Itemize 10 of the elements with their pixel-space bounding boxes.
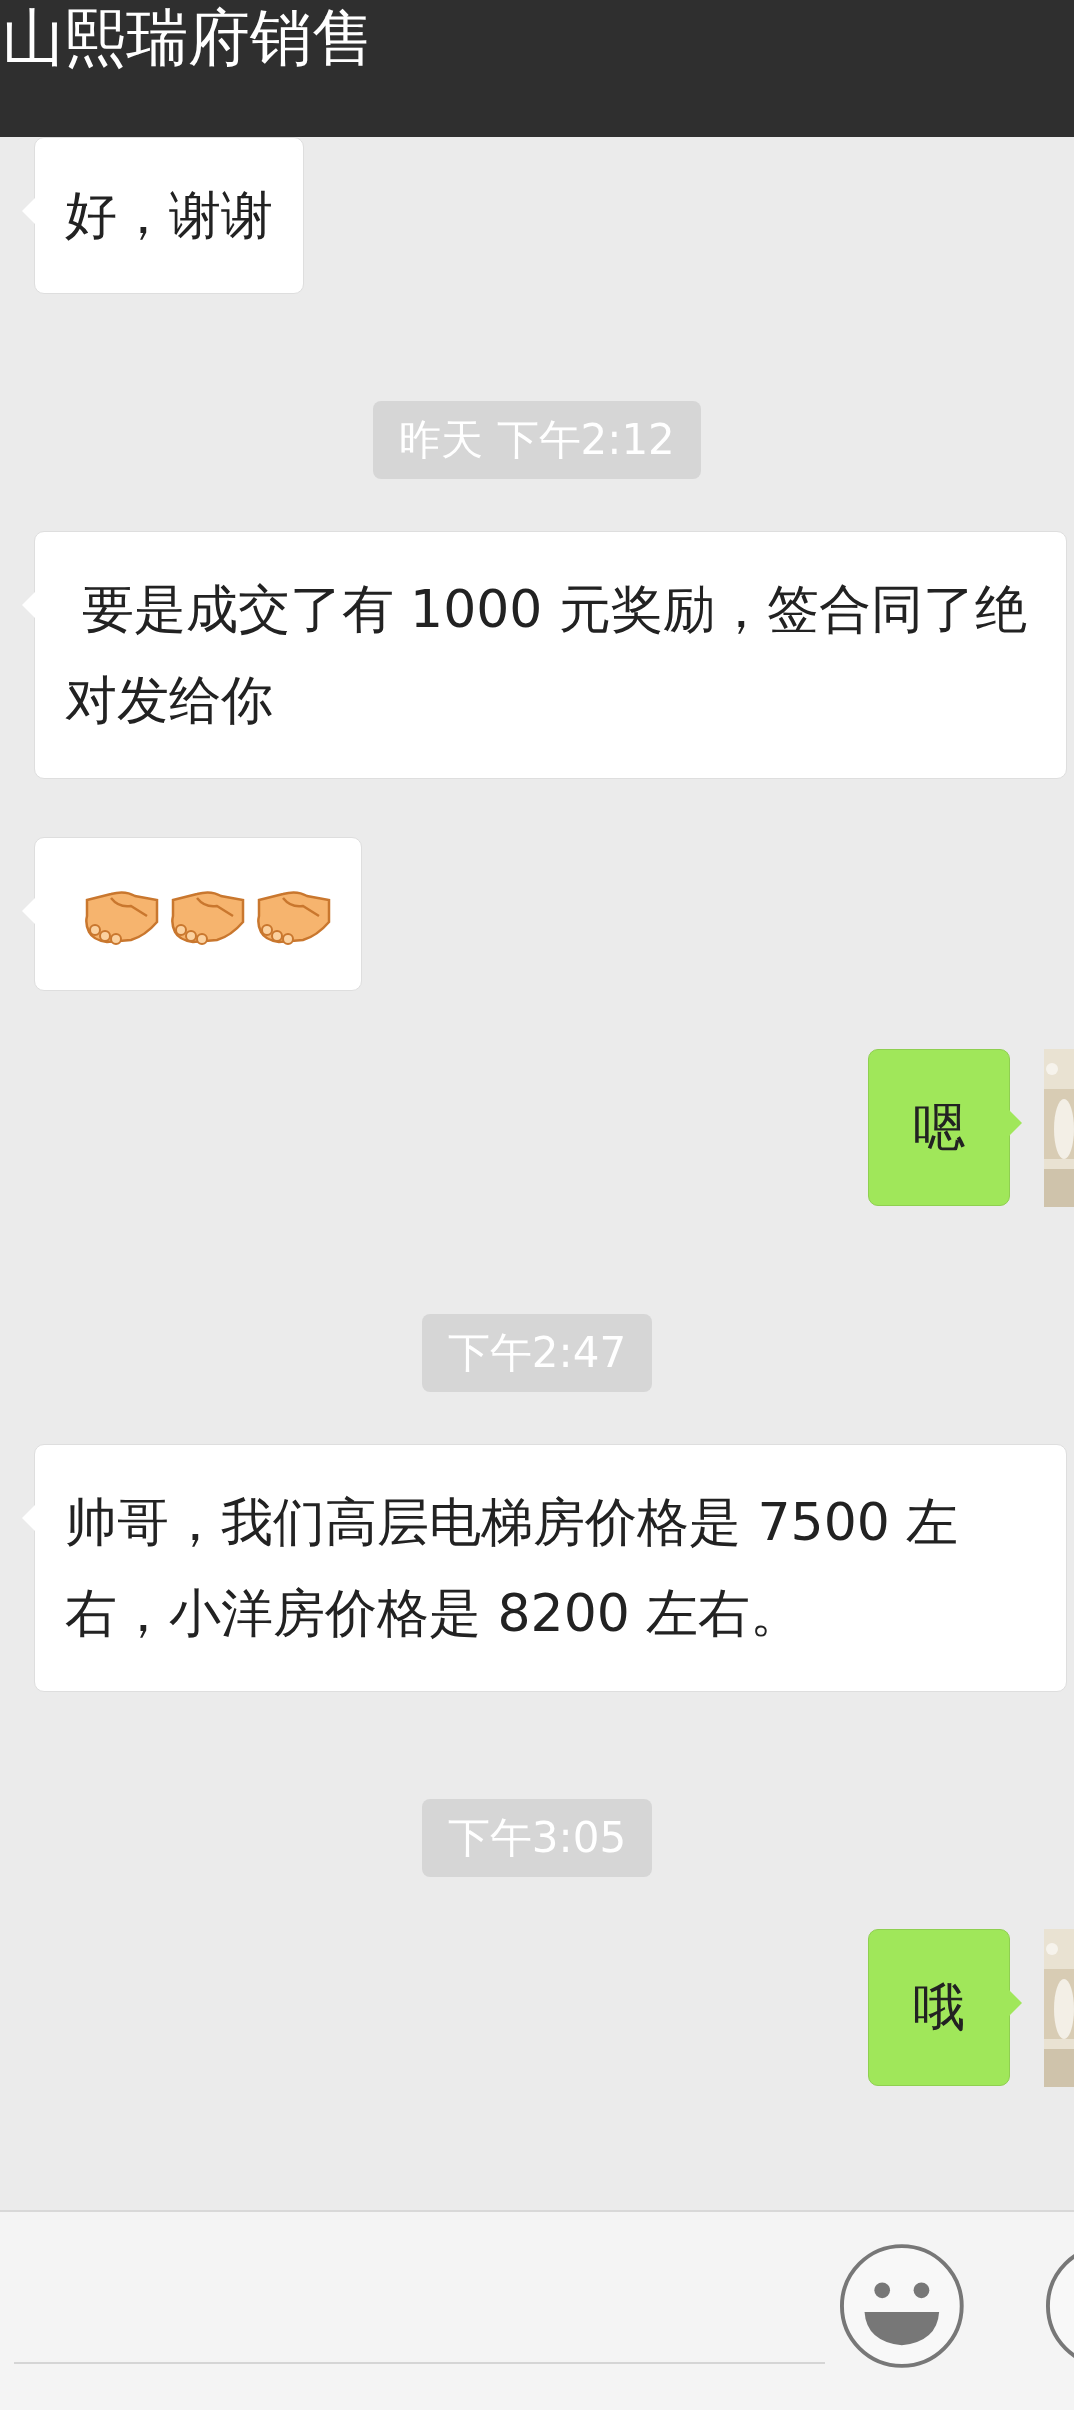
- bubble-tail: [22, 1505, 35, 1531]
- bubble-tail: [22, 592, 35, 618]
- bubble-tail: [22, 198, 35, 224]
- handshake-icon: [171, 888, 245, 946]
- bubble-tail: [1009, 1990, 1022, 2016]
- chat-title: 山熙瑞府销售: [1, 0, 374, 76]
- bubble-tail: [1009, 1110, 1022, 1136]
- handshake-icon: [257, 888, 331, 946]
- handshake-icon: [85, 888, 159, 946]
- emoji-button-icon[interactable]: [838, 2242, 965, 2370]
